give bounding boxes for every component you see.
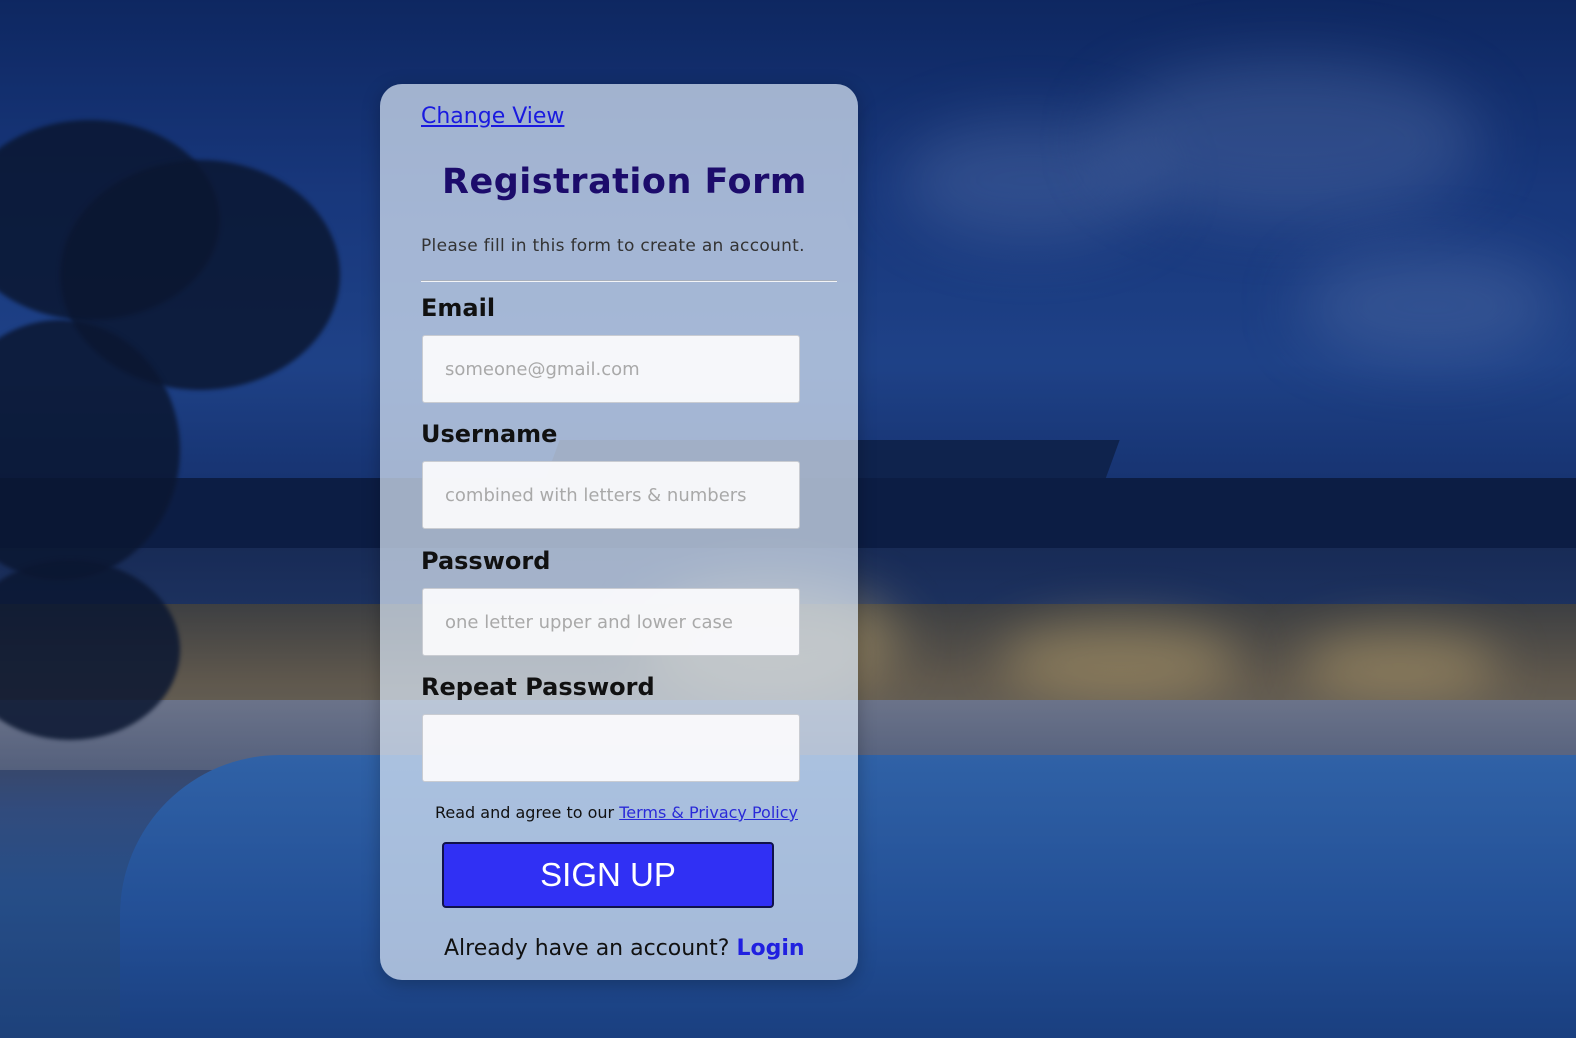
username-field[interactable] bbox=[422, 461, 800, 529]
email-label: Email bbox=[421, 294, 496, 322]
password-label: Password bbox=[421, 547, 551, 575]
repeat-password-field[interactable] bbox=[422, 714, 800, 782]
login-prefix: Already have an account? bbox=[444, 936, 730, 961]
signup-button[interactable]: SIGN UP bbox=[442, 842, 774, 908]
login-link[interactable]: Login bbox=[736, 936, 804, 961]
terms-line: Read and agree to our Terms & Privacy Po… bbox=[435, 803, 798, 822]
terms-privacy-link[interactable]: Terms & Privacy Policy bbox=[619, 803, 798, 822]
login-line: Already have an account? Login bbox=[444, 936, 805, 961]
change-view-link[interactable]: Change View bbox=[421, 104, 564, 129]
username-label: Username bbox=[421, 420, 558, 448]
registration-card: Change View Registration Form Please fil… bbox=[380, 84, 858, 980]
repeat-password-label: Repeat Password bbox=[421, 673, 655, 701]
terms-prefix: Read and agree to our bbox=[435, 803, 615, 822]
password-field[interactable] bbox=[422, 588, 800, 656]
page-title: Registration Form bbox=[442, 162, 807, 202]
email-field[interactable] bbox=[422, 335, 800, 403]
divider bbox=[421, 280, 837, 282]
form-subtitle: Please fill in this form to create an ac… bbox=[421, 236, 805, 256]
